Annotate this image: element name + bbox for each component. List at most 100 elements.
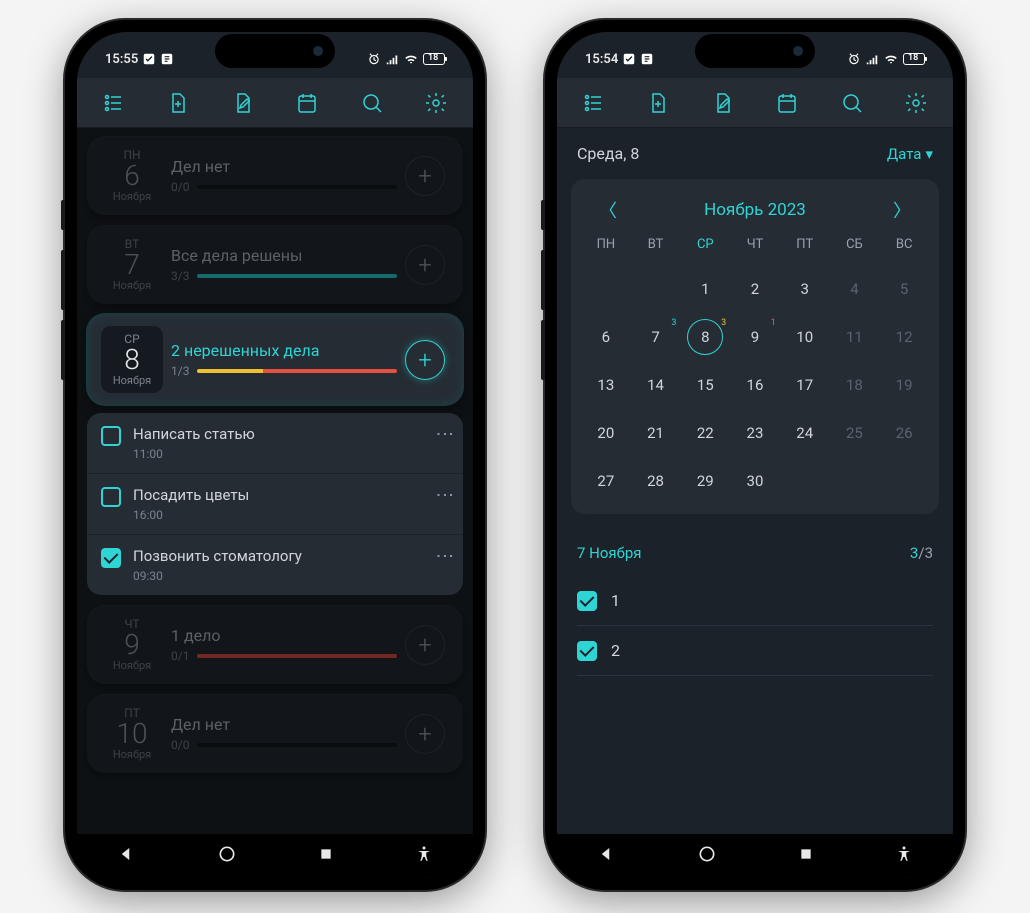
- task-item[interactable]: Посадить цветы 16:00 ⋮: [87, 474, 463, 535]
- day-number: 9: [101, 631, 163, 659]
- task-time: 16:00: [133, 508, 428, 522]
- calendar-dow: ПТ: [780, 237, 830, 256]
- add-task-button[interactable]: +: [405, 714, 445, 754]
- calendar-cell[interactable]: 91: [730, 322, 780, 352]
- nav-recent-icon[interactable]: [318, 846, 334, 866]
- status-time: 15:54: [585, 52, 618, 67]
- nav-recent-icon[interactable]: [798, 846, 814, 866]
- app-icon: [160, 52, 174, 66]
- day-card[interactable]: ЧТ 9 Ноября 1 дело 0/1 +: [87, 605, 463, 684]
- calendar-cell[interactable]: 1: [680, 274, 730, 304]
- progress-bar: [197, 185, 397, 189]
- calendar-cell[interactable]: 28: [631, 466, 681, 496]
- cell-badge: 1: [771, 318, 776, 328]
- calendar-cell[interactable]: 20: [581, 418, 631, 448]
- add-file-icon[interactable]: [641, 86, 675, 120]
- day-info: Все дела решены 3/3: [171, 246, 397, 283]
- app-icon: [640, 52, 654, 66]
- checkbox[interactable]: [101, 426, 121, 446]
- nav-accessibility-icon[interactable]: [415, 845, 433, 867]
- calendar-cell[interactable]: 26: [879, 418, 929, 448]
- calendar-icon[interactable]: [770, 86, 804, 120]
- nav-back-icon[interactable]: [598, 845, 616, 867]
- next-month-icon[interactable]: 〉: [893, 197, 911, 223]
- check-icon: [142, 52, 156, 66]
- day-card[interactable]: ВТ 7 Ноября Все дела решены 3/3 +: [87, 225, 463, 304]
- list-view-icon[interactable]: [577, 86, 611, 120]
- calendar-cell[interactable]: 19: [879, 370, 929, 400]
- calendar-cell[interactable]: 15: [680, 370, 730, 400]
- calendar-cell[interactable]: 27: [581, 466, 631, 496]
- list-item[interactable]: 2: [577, 626, 933, 676]
- calendar-cell[interactable]: 17: [780, 370, 830, 400]
- calendar-cell[interactable]: 6: [581, 322, 631, 352]
- calendar-cell[interactable]: 3: [780, 274, 830, 304]
- task-item[interactable]: Позвонить стоматологу 09:30 ⋮: [87, 535, 463, 595]
- progress-bar: [197, 654, 397, 658]
- task-item[interactable]: Написать статью 11:00 ⋮: [87, 413, 463, 474]
- calendar-cell[interactable]: 22: [680, 418, 730, 448]
- search-icon[interactable]: [355, 86, 389, 120]
- nav-home-icon[interactable]: [217, 844, 237, 868]
- calendar-cell[interactable]: 25: [830, 418, 880, 448]
- add-task-button[interactable]: +: [405, 156, 445, 196]
- day-card[interactable]: ПТ 10 Ноября Дел нет 0/0 +: [87, 694, 463, 773]
- notch: [215, 34, 335, 68]
- gear-icon[interactable]: [899, 86, 933, 120]
- task-title: Позвонить стоматологу: [133, 547, 428, 565]
- gear-icon[interactable]: [419, 86, 453, 120]
- calendar-cell[interactable]: 4: [830, 274, 880, 304]
- calendar-nav: 〈 Ноябрь 2023 〉: [581, 191, 929, 237]
- prev-month-icon[interactable]: 〈: [599, 197, 617, 223]
- signal-icon: [385, 52, 399, 66]
- more-icon[interactable]: ⋮: [440, 547, 449, 565]
- add-file-icon[interactable]: [161, 86, 195, 120]
- calendar-cell[interactable]: 83: [680, 322, 730, 352]
- day-card[interactable]: СР 8 Ноября 2 нерешенных дела 1/3 +: [87, 314, 463, 405]
- calendar-cell[interactable]: 12: [879, 322, 929, 352]
- checkbox[interactable]: [101, 487, 121, 507]
- add-task-button[interactable]: +: [405, 625, 445, 665]
- calendar-cell[interactable]: 11: [830, 322, 880, 352]
- battery-icon: 18: [423, 53, 445, 65]
- edit-file-icon[interactable]: [226, 86, 260, 120]
- status-time: 15:55: [105, 52, 138, 67]
- checkbox[interactable]: [101, 548, 121, 568]
- day-info: Дел нет 0/0: [171, 157, 397, 194]
- calendar-cell[interactable]: 23: [730, 418, 780, 448]
- add-task-button[interactable]: +: [405, 340, 445, 380]
- alarm-icon: [847, 52, 861, 66]
- calendar-icon[interactable]: [290, 86, 324, 120]
- calendar-cell[interactable]: 16: [730, 370, 780, 400]
- calendar-cell[interactable]: 18: [830, 370, 880, 400]
- calendar-cell[interactable]: 21: [631, 418, 681, 448]
- calendar-dow: ВС: [879, 237, 929, 256]
- calendar-cell[interactable]: 73: [631, 322, 681, 352]
- search-icon[interactable]: [835, 86, 869, 120]
- calendar-cell[interactable]: 13: [581, 370, 631, 400]
- checkbox[interactable]: [577, 641, 597, 661]
- day-count: 1/3: [171, 364, 189, 378]
- list-item[interactable]: 1: [577, 576, 933, 626]
- add-task-button[interactable]: +: [405, 245, 445, 285]
- cell-badge: 3: [671, 318, 676, 328]
- more-icon[interactable]: ⋮: [440, 425, 449, 443]
- calendar-cell[interactable]: 30: [730, 466, 780, 496]
- edit-file-icon[interactable]: [706, 86, 740, 120]
- calendar-cell[interactable]: 24: [780, 418, 830, 448]
- view-mode-button[interactable]: Дата ▾: [887, 145, 933, 163]
- calendar-cell[interactable]: 14: [631, 370, 681, 400]
- nav-accessibility-icon[interactable]: [895, 845, 913, 867]
- more-icon[interactable]: ⋮: [440, 486, 449, 504]
- calendar-cell[interactable]: 2: [730, 274, 780, 304]
- nav-back-icon[interactable]: [118, 845, 136, 867]
- check-icon: [622, 52, 636, 66]
- calendar-cell[interactable]: 10: [780, 322, 830, 352]
- nav-home-icon[interactable]: [697, 844, 717, 868]
- day-title: Дел нет: [171, 157, 397, 176]
- calendar-cell[interactable]: 29: [680, 466, 730, 496]
- calendar-cell[interactable]: 5: [879, 274, 929, 304]
- list-view-icon[interactable]: [97, 86, 131, 120]
- day-card[interactable]: ПН 6 Ноября Дел нет 0/0 +: [87, 136, 463, 215]
- checkbox[interactable]: [577, 591, 597, 611]
